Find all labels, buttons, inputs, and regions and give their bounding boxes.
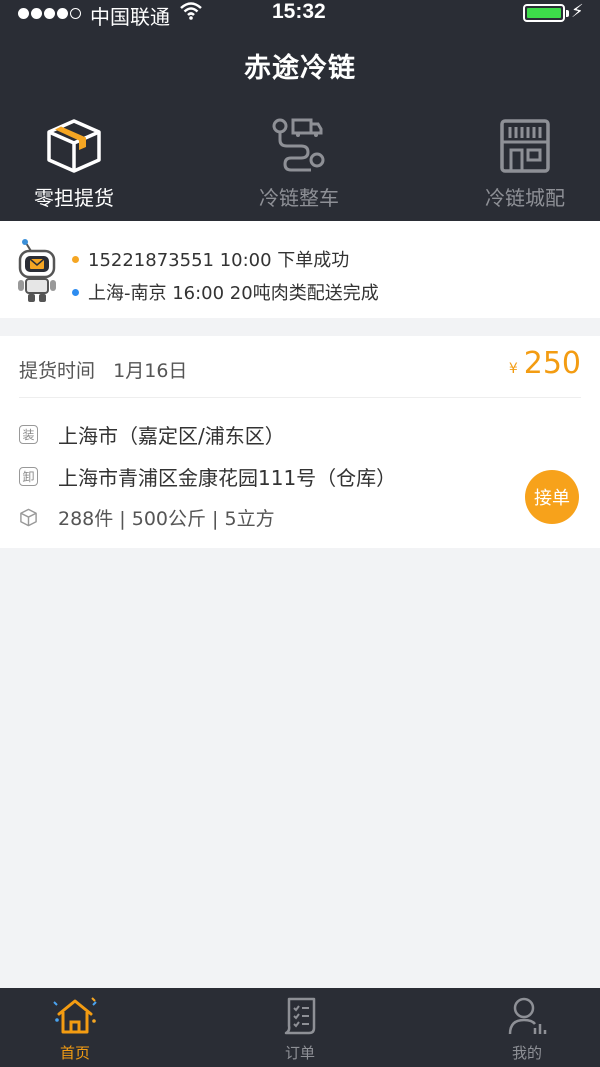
category-label: 零担提货 — [34, 186, 114, 210]
category-label: 冷链整车 — [259, 186, 339, 210]
battery-icon — [523, 4, 565, 22]
app-title: 赤途冷链 — [244, 53, 356, 84]
top-header: 中国联通 15:32 ⚡ 赤途冷链 零担提货 冷链整车 冷链城配 — [0, 0, 600, 221]
price-value: 250 — [523, 346, 581, 381]
notice-item: 15221873551 10:00 下单成功 — [72, 246, 349, 272]
load-address-row: 装 上海市（嘉定区/浦东区） — [19, 420, 285, 449]
wifi-icon — [180, 2, 202, 24]
notice-bullet — [72, 288, 79, 296]
tab-orders[interactable]: 订单 — [200, 996, 400, 1063]
order-price: ¥ 250 — [509, 346, 581, 381]
user-icon — [508, 997, 547, 1035]
home-icon — [53, 997, 97, 1034]
bottom-tab-bar: 首页 订单 我的 — [0, 988, 600, 1067]
unload-tag-icon: 卸 — [19, 467, 38, 486]
pickup-label: 提货时间 — [19, 360, 96, 382]
notice-text: 上海-南京 16:00 20吨肉类配送完成 — [88, 283, 379, 304]
notice-bullet — [72, 255, 79, 263]
category-full-truck[interactable]: 冷链整车 — [199, 112, 399, 211]
robot-mascot-icon — [18, 239, 56, 302]
category-label: 冷链城配 — [485, 186, 565, 210]
unload-address: 上海市青浦区金康花园111号（仓库） — [58, 466, 397, 490]
currency-symbol: ¥ — [508, 361, 518, 377]
notice-item: 上海-南京 16:00 20吨肉类配送完成 — [72, 279, 379, 305]
order-header: 提货时间 1月16日 ¥ 250 — [0, 336, 600, 398]
notice-card[interactable]: 15221873551 10:00 下单成功 上海-南京 16:00 20吨肉类… — [0, 221, 600, 318]
pickup-date: 1月16日 — [113, 360, 188, 382]
status-bar: 中国联通 15:32 ⚡ — [0, 0, 600, 29]
order-card[interactable]: 提货时间 1月16日 ¥ 250 装 上海市（嘉定区/浦东区） 卸 上海市青浦区… — [0, 336, 600, 548]
cube-icon — [20, 508, 37, 527]
cargo-row: 288件 | 500公斤 | 5立方 — [19, 504, 275, 531]
charging-icon: ⚡ — [571, 1, 584, 22]
store-icon — [500, 119, 550, 173]
battery-tip — [566, 10, 569, 17]
box-icon — [47, 119, 101, 173]
order-list-icon — [284, 997, 316, 1035]
category-city-delivery[interactable]: 冷链城配 — [425, 112, 600, 211]
tab-profile[interactable]: 我的 — [427, 996, 600, 1063]
unload-address-row: 卸 上海市青浦区金康花园111号（仓库） — [19, 462, 396, 491]
truck-route-icon — [272, 118, 325, 172]
load-address: 上海市（嘉定区/浦东区） — [58, 424, 285, 448]
signal-icon — [18, 8, 81, 19]
clock: 15:32 — [272, 0, 326, 23]
pickup-time: 提货时间 1月16日 — [19, 356, 187, 383]
category-ltl-pickup[interactable]: 零担提货 — [0, 112, 174, 211]
carrier-name: 中国联通 — [90, 5, 170, 29]
tab-home[interactable]: 首页 — [0, 996, 175, 1063]
load-tag-icon: 装 — [19, 425, 38, 444]
tab-label: 订单 — [284, 1044, 315, 1062]
tab-label: 我的 — [511, 1044, 542, 1062]
tab-label: 首页 — [59, 1044, 90, 1062]
cargo-info: 288件 | 500公斤 | 5立方 — [58, 508, 275, 530]
divider — [19, 397, 581, 398]
notice-text: 15221873551 10:00 下单成功 — [88, 250, 350, 271]
accept-order-button[interactable]: 接单 — [525, 470, 579, 524]
